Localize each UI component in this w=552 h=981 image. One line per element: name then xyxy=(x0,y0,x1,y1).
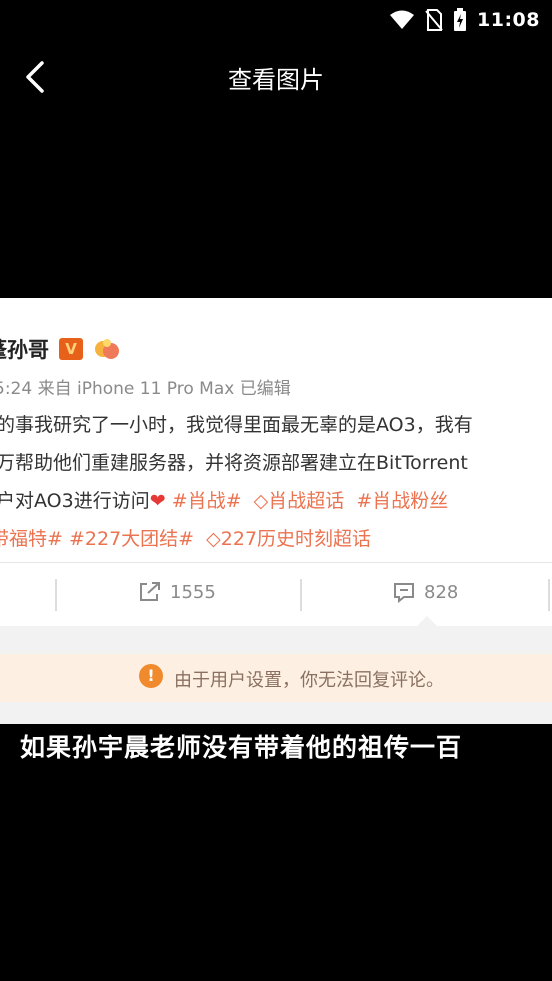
no-sim-icon xyxy=(425,9,443,31)
status-time: 11:08 xyxy=(477,9,540,31)
status-bar: 11:08 xyxy=(0,0,552,40)
hashtag[interactable]: 带福特# xyxy=(0,528,63,550)
status-icons: 11:08 xyxy=(389,6,540,34)
comment-icon xyxy=(394,583,414,603)
comment-button[interactable]: 828 xyxy=(392,581,458,603)
heart-icon: ❤ xyxy=(149,490,166,512)
action-separator xyxy=(548,579,550,611)
fan-badge-icon xyxy=(95,339,119,359)
page-title: 查看图片 xyxy=(228,66,324,94)
divider xyxy=(0,562,552,563)
super-topic-icon: ◇ xyxy=(253,490,269,512)
action-separator xyxy=(55,579,57,611)
hashtag[interactable]: #肖战# xyxy=(172,490,242,512)
post-text-line-3: 户对AO3进行访问❤ #肖战# ◇肖战超话 #肖战粉丝 xyxy=(0,486,448,513)
warning-icon: ! xyxy=(139,664,163,688)
action-row: 1555 828 xyxy=(0,573,552,617)
hashtag[interactable]: #肖战粉丝 xyxy=(356,490,448,512)
nav-bar: 查看图片 xyxy=(0,40,552,116)
author-name: 蓬孙哥 xyxy=(0,338,49,362)
post-text-line-4: 带福特# #227大团结# ◇227历史时刻超话 xyxy=(0,524,371,551)
comment-count: 828 xyxy=(424,581,459,603)
post-text-line-2: 万帮助他们重建服务器，并将资源部署建立在BitTorrent xyxy=(0,452,468,474)
repost-button[interactable]: 1555 xyxy=(138,581,216,603)
super-topic-link[interactable]: 227历史时刻超话 xyxy=(221,528,371,550)
notice-text: 由于用户设置，你无法回复评论。 xyxy=(174,670,444,691)
video-subtitle: 如果孙宇晨老师没有带着他的祖传一百 xyxy=(20,733,463,762)
hashtag[interactable]: #227大团结# xyxy=(69,528,194,550)
verified-badge: V xyxy=(59,338,83,360)
super-topic-icon: ◇ xyxy=(206,528,221,550)
super-topic-link[interactable]: 肖战超话 xyxy=(268,490,344,512)
action-separator xyxy=(300,579,302,611)
author-row: 蓬孙哥 V xyxy=(0,334,121,364)
post-screenshot-image[interactable]: 蓬孙哥 V 5:24 来自 iPhone 11 Pro Max 已编辑 的事我研… xyxy=(0,298,552,724)
wifi-icon xyxy=(390,10,415,29)
repost-count: 1555 xyxy=(170,581,216,603)
post-meta: 5:24 来自 iPhone 11 Pro Max 已编辑 xyxy=(0,379,291,399)
battery-charging-icon xyxy=(454,8,467,31)
post-text-line-1: 的事我研究了一小时，我觉得里面最无辜的是AO3，我有 xyxy=(0,414,473,436)
share-icon xyxy=(140,582,160,601)
post-text-line-3-prefix: 户对AO3进行访问 xyxy=(0,490,150,512)
comment-caret xyxy=(416,616,438,627)
